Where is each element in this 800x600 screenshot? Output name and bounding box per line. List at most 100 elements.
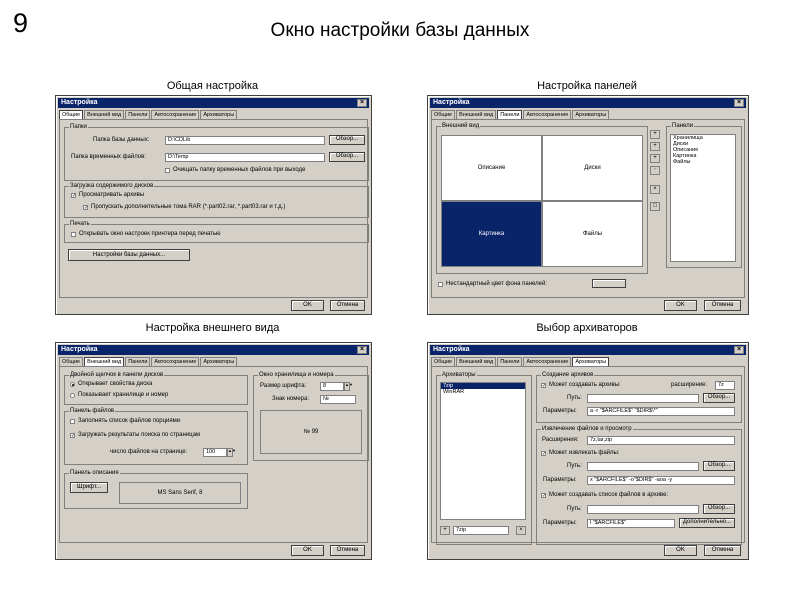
add-down-icon[interactable]: + [650,154,660,163]
ext2-label: Расширения: [542,437,579,443]
skip-rar-checkbox[interactable]: ✓ [83,205,88,211]
create-path-field[interactable] [587,394,699,403]
titlebar: Настройка × [58,98,369,108]
tmp-folder-browse-button[interactable]: Обзор... [329,152,365,162]
opt-props-radio[interactable] [70,382,75,387]
tab-autosave[interactable]: Автосохранение [523,357,572,366]
dialog-panels: Настройка × Общие Внешний вид Панели Авто… [427,95,749,315]
panel-cell-description[interactable]: Описание [441,135,542,201]
cancel-button[interactable]: Отмена [704,300,741,311]
scan-archives-checkbox[interactable]: ✓ [71,193,76,199]
font-button[interactable]: Шрифт... [70,482,108,493]
number-sign-field[interactable]: № [320,395,356,404]
custom-bg-checkbox[interactable] [438,282,443,287]
db-folder-browse-button[interactable]: Обзор... [329,135,365,145]
skip-rar-label: Пропускать дополнительные тома RAR (*.pa… [91,204,286,210]
tab-autosave[interactable]: Автосохранение [151,357,200,366]
add-icon[interactable]: + [440,526,450,535]
db-folder-field[interactable]: D:\CDLib [165,136,325,145]
close-icon[interactable]: × [357,346,367,354]
can-extract-checkbox[interactable]: ✓ [541,451,546,457]
ext-field[interactable]: 7z [715,381,735,390]
tab-autosave[interactable]: Автосохранение [523,110,572,119]
ext2-field[interactable]: 7z,tar,zip [587,436,735,445]
fill-list-label: Заполнять список файлов порциями [78,418,181,424]
tab-panels[interactable]: Панели [497,110,523,119]
fill-list-checkbox[interactable] [70,419,75,424]
close-icon[interactable]: × [357,99,367,107]
panel-cell-files[interactable]: Файлы [542,201,643,267]
file-panel-group: Панель файлов Заполнять список файлов по… [64,407,248,465]
tab-archivers[interactable]: Архиваторы [572,357,610,366]
tmp-folder-label: Папка временных файлов: [71,154,146,160]
ok-button[interactable]: OK [291,545,324,556]
clear-tmp-checkbox[interactable] [165,168,170,173]
panels-list[interactable]: Хранилища Диски Описание Картинка Файлы [670,134,736,262]
extract-params-field[interactable]: x "$ARCFILE$" -o"$DIR$" -aoa -y [587,476,735,485]
cancel-button[interactable]: Отмена [330,545,365,556]
load-pages-checkbox[interactable]: ✓ [70,433,75,439]
ok-button[interactable]: OK [664,300,697,311]
new-archiver-field[interactable]: 7zip [453,526,509,535]
bg-color-button[interactable] [592,279,626,288]
cancel-button[interactable]: Отмена [330,300,365,311]
per-page-field[interactable]: 100 [203,448,227,457]
split-vertical-icon[interactable]: + [650,142,660,151]
extract-browse-button[interactable]: Обзор... [703,461,735,471]
opt-storage-radio[interactable] [70,393,75,398]
delete-icon[interactable]: × [650,185,660,194]
ok-button[interactable]: OK [664,545,697,556]
split-horizontal-icon[interactable]: + [650,130,660,139]
tab-appearance[interactable]: Внешний вид [84,357,125,366]
tab-appearance[interactable]: Внешний вид [456,110,497,119]
load-pages-label: Загружать результаты поиска по страницам [78,432,201,438]
can-create-label: Может создавать архивы: [549,382,621,388]
tab-bar: Общие Внешний вид Панели Автосохранение … [431,110,610,119]
list-browse-button[interactable]: Обзор... [703,504,735,514]
font-size-field[interactable]: 8 [320,382,344,391]
tab-appearance[interactable]: Внешний вид [84,110,125,119]
font-size-label: Размер шрифта: [260,383,307,389]
tmp-folder-field[interactable]: D:\Temp [165,153,325,162]
tab-general[interactable]: Общие [431,110,456,119]
tab-archivers[interactable]: Архиваторы [200,110,238,119]
tab-panels[interactable]: Панели [125,357,151,366]
tab-appearance[interactable]: Внешний вид [456,357,497,366]
list-params-field[interactable]: l "$ARCFILE$" [587,519,675,528]
tab-panels[interactable]: Панели [125,110,151,119]
page-icon[interactable]: □ [650,202,660,211]
add-right-icon[interactable]: + [650,166,660,175]
printer-settings-checkbox[interactable] [71,232,76,237]
list-item[interactable]: WinRAR [441,389,525,395]
can-list-checkbox[interactable]: ✓ [541,493,546,499]
tab-general[interactable]: Общие [59,357,84,366]
db-settings-button[interactable]: Настройки базы данных... [68,249,190,261]
list-item[interactable]: Файлы [671,159,735,165]
remove-icon[interactable]: × [516,526,526,535]
extract-group-title: Извлечение файлов и просмотр [541,425,633,433]
can-create-checkbox[interactable]: ✓ [541,383,546,389]
tab-autosave[interactable]: Автосохранение [151,110,200,119]
panel-cell-disks[interactable]: Диски [542,135,643,201]
font-value: MS Sans Serif, 8 [119,482,241,504]
panels-list-group: Панели Хранилища Диски Описание Картинка… [666,122,742,268]
close-icon[interactable]: × [734,99,744,107]
list-path-field[interactable] [587,505,699,514]
archivers-list[interactable]: 7zip WinRAR [440,382,526,520]
cancel-button[interactable]: Отмена [704,545,741,556]
create-params-field[interactable]: a -r "$ARCFILE$" "$DIR$\*" [587,407,735,416]
ok-button[interactable]: OK [291,300,324,311]
tab-archivers[interactable]: Архиваторы [200,357,238,366]
more-button[interactable]: Дополнительно... [679,518,735,528]
tab-archivers[interactable]: Архиваторы [572,110,610,119]
tab-panels[interactable]: Панели [497,357,523,366]
panel-cell-picture[interactable]: Картинка [441,201,542,267]
per-page-stepper[interactable]: ▲▼ [227,448,236,457]
font-size-stepper[interactable]: ▲▼ [344,382,353,391]
tab-general[interactable]: Общие [431,357,456,366]
create-browse-button[interactable]: Обзор... [703,393,735,403]
dblclick-group-title: Двойной щелчок в панели дисков [69,371,165,379]
extract-path-field[interactable] [587,462,699,471]
tab-general[interactable]: Общие [59,110,84,119]
close-icon[interactable]: × [734,346,744,354]
